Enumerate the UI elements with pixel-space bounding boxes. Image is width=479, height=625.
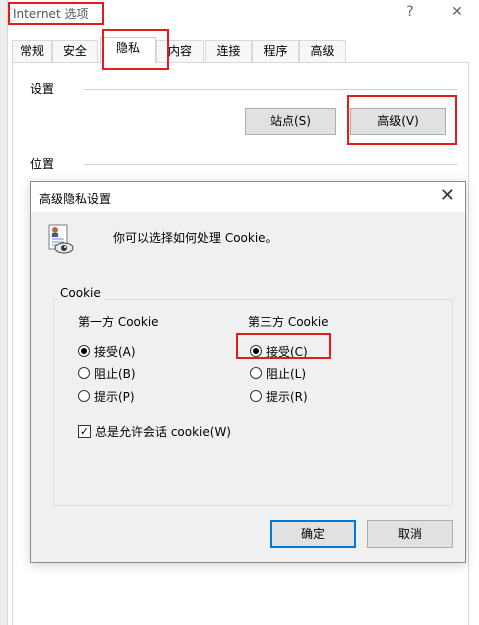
dialog-close-button[interactable]: ✕ xyxy=(440,186,455,206)
third-party-block-radio[interactable]: 阻止(L) xyxy=(250,365,306,381)
third-party-block-label: 阻止(L) xyxy=(266,366,307,381)
first-party-block-radio[interactable]: 阻止(B) xyxy=(78,365,136,381)
radio-indicator xyxy=(250,345,262,357)
tab-connections[interactable]: 连接 xyxy=(205,40,252,62)
session-cookie-label: 总是允许会话 cookie(W) xyxy=(95,424,231,439)
third-party-accept-radio[interactable]: 接受(C) xyxy=(250,343,308,359)
radio-indicator xyxy=(250,390,262,402)
first-party-heading: 第一方 Cookie xyxy=(78,315,159,329)
dialog-titlebar: 高级隐私设置 ✕ xyxy=(31,182,465,212)
close-button[interactable]: ✕ xyxy=(447,4,467,20)
third-party-accept-label: 接受(C) xyxy=(266,344,308,359)
tab-privacy[interactable]: 隐私 xyxy=(100,37,156,63)
tab-security[interactable]: 安全 xyxy=(52,40,98,62)
ok-button[interactable]: 确定 xyxy=(270,520,356,548)
radio-indicator xyxy=(78,345,90,357)
window-title: Internet 选项 xyxy=(13,7,89,21)
advanced-button[interactable]: 高级(V) xyxy=(350,108,446,135)
settings-label: 设置 xyxy=(30,82,55,96)
background-window-edge xyxy=(0,0,8,625)
third-party-prompt-label: 提示(R) xyxy=(266,389,308,404)
dialog-title: 高级隐私设置 xyxy=(39,192,112,206)
tab-content[interactable]: 内容 xyxy=(156,40,204,62)
tab-general[interactable]: 常规 xyxy=(12,40,52,62)
tab-advanced[interactable]: 高级 xyxy=(299,40,346,62)
first-party-prompt-label: 提示(P) xyxy=(94,389,135,404)
cancel-button[interactable]: 取消 xyxy=(367,520,453,548)
sites-button[interactable]: 站点(S) xyxy=(245,108,336,135)
settings-divider xyxy=(84,89,458,90)
cookie-group-label: Cookie xyxy=(57,286,104,300)
privacy-document-icon xyxy=(45,224,77,258)
third-party-prompt-radio[interactable]: 提示(R) xyxy=(250,388,308,404)
location-divider xyxy=(84,164,458,165)
checkmark-icon: ✓ xyxy=(78,424,91,438)
first-party-block-label: 阻止(B) xyxy=(94,366,136,381)
always-allow-session-cookie-checkbox[interactable]: ✓ 总是允许会话 cookie(W) xyxy=(78,423,231,439)
first-party-prompt-radio[interactable]: 提示(P) xyxy=(78,388,135,404)
first-party-accept-label: 接受(A) xyxy=(94,344,136,359)
radio-indicator xyxy=(78,367,90,379)
third-party-heading: 第三方 Cookie xyxy=(248,315,329,329)
advanced-privacy-dialog: 高级隐私设置 ✕ 你可以选择如何处理 Cookie。 Cookie 第一方 Co… xyxy=(30,181,466,563)
location-label: 位置 xyxy=(30,157,55,171)
first-party-accept-radio[interactable]: 接受(A) xyxy=(78,343,136,359)
dialog-description: 你可以选择如何处理 Cookie。 xyxy=(113,231,278,245)
tab-programs[interactable]: 程序 xyxy=(252,40,299,62)
radio-indicator xyxy=(250,367,262,379)
help-button[interactable]: ? xyxy=(400,4,420,20)
radio-indicator xyxy=(78,390,90,402)
